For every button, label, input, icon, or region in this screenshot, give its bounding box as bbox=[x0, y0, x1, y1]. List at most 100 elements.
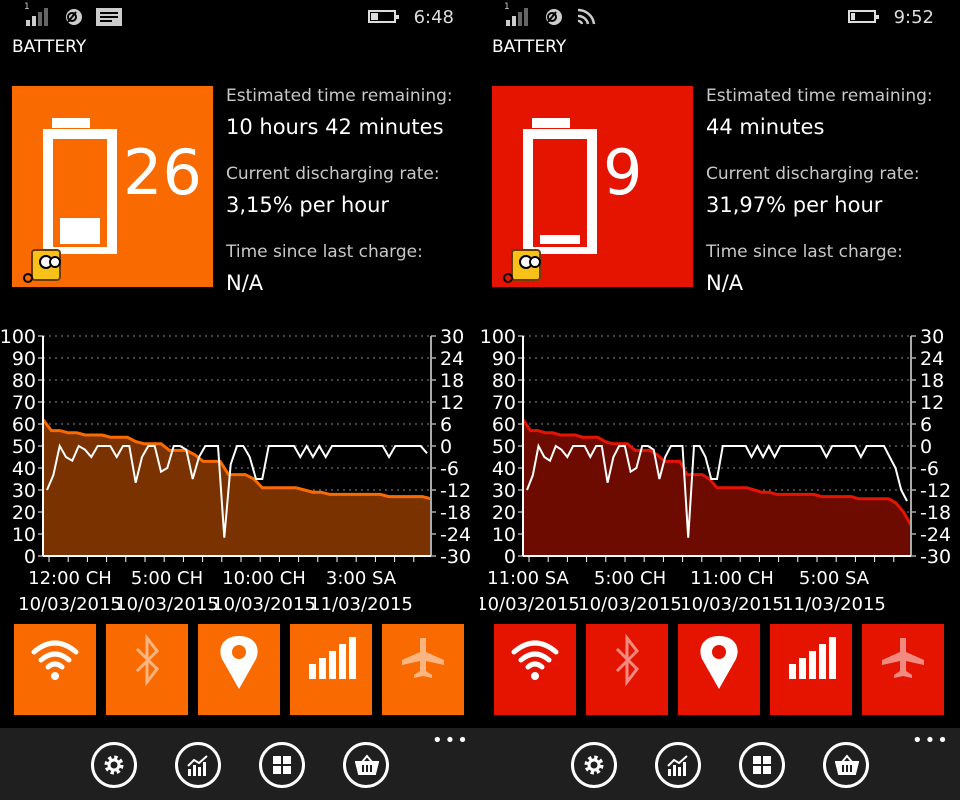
toggle-wifi[interactable]: on bbox=[14, 624, 96, 715]
battery-icon bbox=[43, 118, 117, 254]
toggle-bluetooth[interactable]: off bbox=[106, 624, 188, 715]
right-axis-label: 12 bbox=[920, 392, 944, 414]
basket-icon bbox=[835, 754, 859, 775]
app-bar: ••• bbox=[0, 728, 480, 800]
chart-button[interactable] bbox=[655, 742, 701, 788]
settings-button[interactable] bbox=[91, 742, 137, 788]
toggle-airplane[interactable]: off bbox=[862, 624, 944, 715]
tiles-button[interactable] bbox=[259, 742, 305, 788]
phone-screen-1: 1 6:48 BATTERY 26 Estimated time remaining:… bbox=[0, 0, 480, 800]
stat-label: Current discharging rate: bbox=[706, 164, 920, 184]
toggle-bluetooth[interactable]: off bbox=[586, 624, 668, 715]
location-icon bbox=[700, 636, 738, 689]
right-axis-label: 12 bbox=[440, 392, 464, 414]
chart-icon bbox=[187, 755, 208, 776]
settings-button[interactable] bbox=[571, 742, 617, 788]
left-axis-label: 20 bbox=[12, 502, 36, 524]
battery-tile[interactable]: 9 bbox=[492, 86, 693, 287]
right-axis-label: 6 bbox=[920, 414, 932, 436]
x-axis-date-label: 11/03/2015 bbox=[309, 594, 413, 615]
left-axis-label: 100 bbox=[0, 326, 36, 348]
x-axis-time-label: 10:00 CH bbox=[222, 568, 306, 589]
stat-value: 44 minutes bbox=[706, 115, 825, 139]
more-options-button[interactable]: ••• bbox=[912, 730, 950, 751]
right-axis-label: 30 bbox=[920, 326, 944, 348]
signal-sim-label: 1 bbox=[24, 2, 30, 12]
toggle-wifi[interactable]: on bbox=[494, 624, 576, 715]
tiles-icon bbox=[753, 756, 771, 774]
battery-icon bbox=[523, 118, 597, 254]
app-bar: ••• bbox=[480, 728, 960, 800]
x-axis-time-label: 5:00 CH bbox=[594, 568, 666, 589]
right-axis-label: 30 bbox=[440, 326, 464, 348]
x-axis-date-label: 10/03/2015 bbox=[115, 594, 219, 615]
stat-label: Current discharging rate: bbox=[226, 164, 440, 184]
more-options-button[interactable]: ••• bbox=[432, 730, 470, 751]
battery-tile[interactable]: 26 bbox=[12, 86, 213, 287]
wifi-icon bbox=[511, 640, 559, 680]
stat-label: Estimated time remaining: bbox=[706, 86, 933, 106]
right-axis-label: 0 bbox=[920, 436, 932, 458]
settings-icon bbox=[584, 755, 604, 775]
stat-value: 31,97% per hour bbox=[706, 193, 883, 217]
battery-history-chart: 100 30 90 24 80 18 70 12 60 6 50 0 40 -6 30 -12 20 -18 10 -… bbox=[480, 326, 951, 615]
battery-stats: Estimated time remaining: 10 hours 42 min… bbox=[226, 84, 453, 318]
stat-value: N/A bbox=[706, 271, 744, 295]
x-axis-date-label: 10/03/2015 bbox=[212, 594, 316, 615]
right-axis-label: -30 bbox=[920, 546, 951, 568]
chart-icon bbox=[667, 755, 688, 776]
signal-sim-label: 1 bbox=[504, 2, 510, 12]
left-axis-label: 70 bbox=[12, 392, 36, 414]
x-axis-date-label: 10/03/2015 bbox=[578, 594, 682, 615]
right-axis-label: 0 bbox=[440, 436, 452, 458]
battery-percent: 26 bbox=[123, 136, 202, 209]
airplane-icon bbox=[402, 638, 444, 678]
right-axis-label: 6 bbox=[440, 414, 452, 436]
right-axis-label: -6 bbox=[920, 458, 939, 480]
stat-label: Estimated time remaining: bbox=[226, 86, 453, 106]
toggle-state: off bbox=[111, 693, 134, 713]
right-axis-label: 18 bbox=[920, 370, 944, 392]
wifi-icon bbox=[577, 8, 596, 25]
x-axis-time-label: 5:00 SA bbox=[799, 568, 870, 589]
left-axis-label: 90 bbox=[12, 348, 36, 370]
battery-history-chart: 100 30 90 24 80 18 70 12 60 6 50 0 40 -6 30 -12 20 -18 10 -… bbox=[0, 326, 471, 615]
left-axis-label: 40 bbox=[12, 458, 36, 480]
left-axis-label: 50 bbox=[12, 436, 36, 458]
toggle-cellular[interactable]: on bbox=[290, 624, 372, 715]
right-axis-label: -18 bbox=[440, 502, 471, 524]
stat-value: N/A bbox=[226, 271, 264, 295]
left-axis-label: 100 bbox=[480, 326, 516, 348]
x-axis-time-label: 5:00 CH bbox=[131, 568, 203, 589]
mascot-icon bbox=[23, 249, 61, 283]
phone-screen-2: 1 9:52 BATTERY 9 Estimated time remaining: 4… bbox=[480, 0, 960, 800]
toggle-airplane[interactable]: off bbox=[382, 624, 464, 715]
battery-percent: 9 bbox=[603, 136, 643, 209]
bluetooth-icon bbox=[615, 634, 639, 687]
airplane-icon bbox=[882, 638, 924, 678]
basket-button[interactable] bbox=[823, 742, 869, 788]
bluetooth-icon bbox=[135, 634, 159, 687]
chart-button[interactable] bbox=[175, 742, 221, 788]
tiles-button[interactable] bbox=[739, 742, 785, 788]
toggle-location[interactable]: on bbox=[198, 624, 280, 715]
wifi-icon bbox=[31, 640, 79, 680]
message-icon bbox=[96, 8, 122, 26]
left-axis-label: 60 bbox=[12, 414, 36, 436]
right-axis-label: 18 bbox=[440, 370, 464, 392]
mascot-icon bbox=[503, 249, 541, 283]
left-axis-label: 40 bbox=[492, 458, 516, 480]
battery-stats: Estimated time remaining: 44 minutes Curre… bbox=[706, 84, 933, 318]
left-axis-label: 10 bbox=[12, 524, 36, 546]
x-axis-time-label: 3:00 SA bbox=[326, 568, 397, 589]
left-axis-label: 70 bbox=[492, 392, 516, 414]
right-axis-label: -18 bbox=[920, 502, 951, 524]
toggle-state: off bbox=[387, 693, 410, 713]
toggle-location[interactable]: on bbox=[678, 624, 760, 715]
right-axis-label: -12 bbox=[440, 480, 471, 502]
toggle-cellular[interactable]: on bbox=[770, 624, 852, 715]
right-axis-label: -24 bbox=[920, 524, 951, 546]
basket-button[interactable] bbox=[343, 742, 389, 788]
sync-icon bbox=[66, 9, 82, 25]
location-icon bbox=[220, 636, 258, 689]
